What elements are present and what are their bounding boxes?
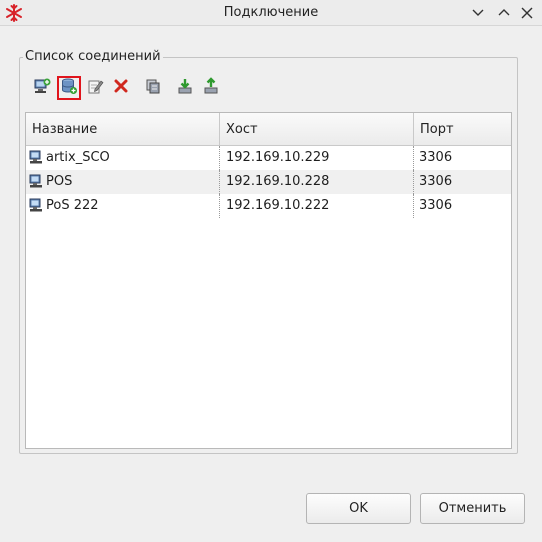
edit-button[interactable] <box>83 76 107 100</box>
table-header: Название Хост Порт <box>26 113 511 146</box>
ok-button[interactable]: OK <box>306 493 411 524</box>
export-icon <box>202 77 220 99</box>
database-add-icon <box>60 77 78 99</box>
copy-icon <box>144 77 162 99</box>
minimize-button[interactable] <box>469 4 487 22</box>
add-database-button[interactable] <box>57 76 81 100</box>
table-row[interactable]: POS 192.169.10.228 3306 <box>26 170 511 194</box>
column-header-name[interactable]: Название <box>26 113 220 146</box>
import-button[interactable] <box>173 76 197 100</box>
cell-port: 3306 <box>419 150 453 165</box>
table-row[interactable]: PoS 222 192.169.10.222 3306 <box>26 194 511 218</box>
group-title: Список соединений <box>23 49 163 64</box>
cell-divider <box>220 170 414 194</box>
cell-port: 3306 <box>419 174 453 189</box>
title-bar: Подключение <box>0 0 542 26</box>
computer-add-icon <box>33 77 51 99</box>
add-connection-button[interactable] <box>30 76 54 100</box>
delete-button[interactable] <box>109 76 133 100</box>
cell-divider <box>220 146 414 170</box>
window-title: Подключение <box>223 5 319 20</box>
connections-table[interactable]: Название Хост Порт artix_SCO 192.169.10.… <box>25 112 512 449</box>
maximize-button[interactable] <box>495 4 513 22</box>
column-header-host[interactable]: Хост <box>220 113 414 146</box>
cell-port: 3306 <box>419 198 453 213</box>
export-button[interactable] <box>199 76 223 100</box>
column-header-port[interactable]: Порт <box>414 113 511 146</box>
cell-divider <box>26 146 220 170</box>
copy-button[interactable] <box>141 76 165 100</box>
cell-divider <box>220 194 414 218</box>
cancel-button[interactable]: Отменить <box>420 493 525 524</box>
import-icon <box>176 77 194 99</box>
cell-divider <box>26 170 220 194</box>
table-row[interactable]: artix_SCO 192.169.10.229 3306 <box>26 146 511 170</box>
close-button[interactable] <box>518 4 536 22</box>
edit-icon <box>86 77 104 99</box>
cell-divider <box>26 194 220 218</box>
delete-icon <box>112 77 130 99</box>
